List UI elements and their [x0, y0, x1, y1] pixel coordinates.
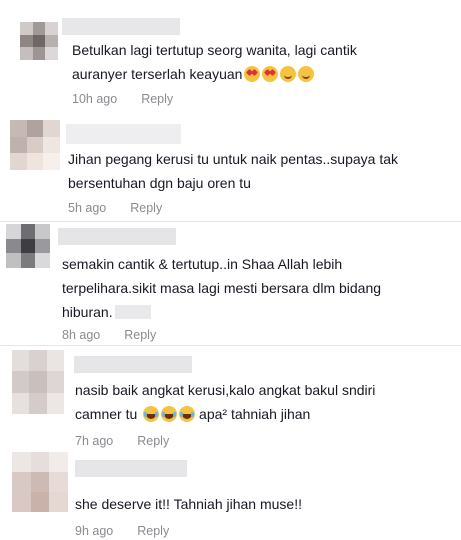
tears-of-joy-emoji-icon — [143, 406, 160, 422]
comment-time: 10h ago — [72, 92, 118, 106]
comment-line: terpelihara.sikit masa lagi mesti bersar… — [62, 280, 382, 296]
comment-item: Jihan pegang kerusi tu untuk naik pentas… — [0, 112, 461, 222]
comment-meta: 8h ago Reply — [62, 328, 156, 342]
reply-button[interactable]: Reply — [124, 328, 156, 342]
comment-time: 7h ago — [75, 434, 114, 448]
smiling-hearts-emoji-icon — [280, 66, 297, 82]
comment-text: Jihan pegang kerusi tu untuk naik pentas… — [68, 147, 398, 195]
comment-text: she deserve it!! Tahniah jihan muse!! — [75, 492, 302, 516]
star-struck-emoji-icon — [262, 66, 279, 82]
reply-button[interactable]: Reply — [130, 201, 162, 215]
comment-item: Betulkan lagi tertutup seorg wanita, lag… — [0, 0, 461, 112]
username-redacted[interactable] — [66, 124, 181, 144]
comment-meta: 10h ago Reply — [72, 92, 173, 106]
comment-line: nasib baik angkat kerusi,kalo angkat bak… — [75, 382, 376, 398]
comment-line: camner tu apa² tahniah jihan — [75, 406, 311, 422]
smiling-hearts-emoji-icon — [298, 66, 315, 82]
avatar[interactable] — [10, 120, 60, 170]
redacted-text — [114, 305, 151, 319]
tears-of-joy-emoji-icon — [179, 406, 196, 422]
comment-time: 8h ago — [62, 328, 101, 342]
comment-time: 5h ago — [68, 201, 107, 215]
username-redacted[interactable] — [74, 356, 192, 373]
comment-line: bersentuhan dgn baju oren tu — [68, 175, 251, 191]
comment-time: 9h ago — [75, 524, 114, 538]
comment-line: Jihan pegang kerusi tu untuk naik pentas… — [68, 151, 398, 167]
tears-of-joy-emoji-icon — [161, 406, 178, 422]
reply-button[interactable]: Reply — [137, 434, 169, 448]
reply-button[interactable]: Reply — [137, 524, 169, 538]
comment-line: hiburan. — [62, 300, 381, 324]
comment-item: nasib baik angkat kerusi,kalo angkat bak… — [0, 346, 461, 448]
avatar[interactable] — [20, 22, 58, 60]
username-redacted[interactable] — [75, 460, 187, 477]
avatar[interactable] — [12, 350, 64, 414]
comment-item: she deserve it!! Tahniah jihan muse!! 9h… — [0, 448, 461, 540]
comment-text: nasib baik angkat kerusi,kalo angkat bak… — [75, 378, 375, 426]
reply-button[interactable]: Reply — [141, 92, 173, 106]
avatar[interactable] — [12, 452, 68, 512]
comment-meta: 5h ago Reply — [68, 201, 162, 215]
username-redacted[interactable] — [62, 18, 180, 35]
comment-meta: 7h ago Reply — [75, 434, 169, 448]
comment-line: she deserve it!! Tahniah jihan muse!! — [75, 496, 302, 512]
comment-line: Betulkan lagi tertutup seorg wanita, lag… — [72, 42, 357, 58]
star-struck-emoji-icon — [244, 66, 261, 82]
comment-line: auranyer terserlah keayuan — [72, 62, 357, 86]
comment-text: semakin cantik & tertutup..in Shaa Allah… — [62, 252, 381, 324]
username-redacted[interactable] — [58, 228, 176, 245]
comment-meta: 9h ago Reply — [75, 524, 169, 538]
comment-text: Betulkan lagi tertutup seorg wanita, lag… — [72, 38, 357, 86]
comment-line: semakin cantik & tertutup..in Shaa Allah… — [62, 256, 343, 272]
comment-item: semakin cantik & tertutup..in Shaa Allah… — [0, 222, 461, 348]
avatar[interactable] — [6, 224, 50, 268]
